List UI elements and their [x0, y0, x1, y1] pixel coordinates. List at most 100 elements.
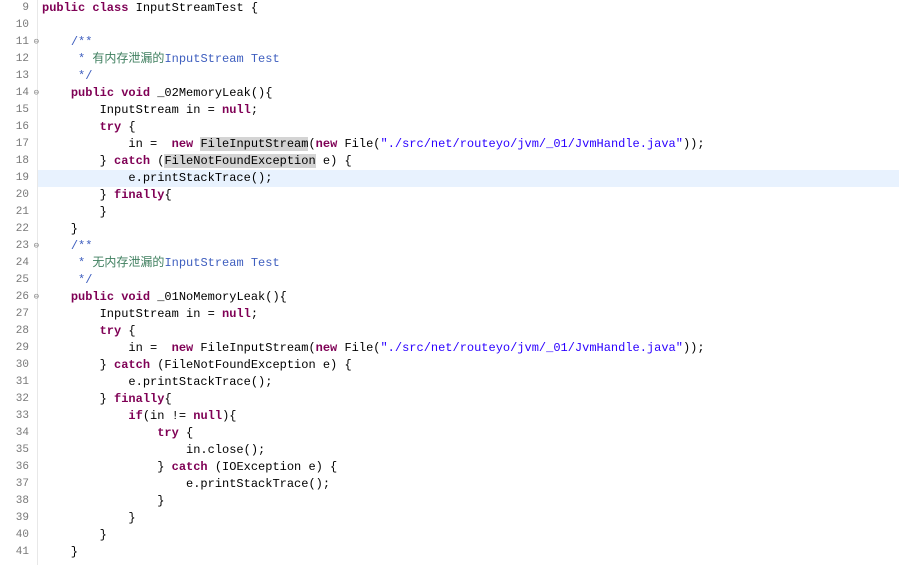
code-token-normal: } — [42, 460, 172, 474]
code-line[interactable]: try { — [38, 425, 899, 442]
code-line[interactable]: /** — [38, 238, 899, 255]
code-token-comment: InputStream Test — [164, 256, 279, 270]
code-line[interactable]: public void _01NoMemoryLeak(){ — [38, 289, 899, 306]
line-number[interactable]: 37 — [0, 476, 37, 493]
line-number[interactable]: 18 — [0, 153, 37, 170]
code-line[interactable]: /** — [38, 34, 899, 51]
line-number[interactable]: 32 — [0, 391, 37, 408]
line-number[interactable]: 12 — [0, 51, 37, 68]
code-line[interactable]: } — [38, 221, 899, 238]
line-number[interactable]: 25 — [0, 272, 37, 289]
line-number[interactable]: 35 — [0, 442, 37, 459]
code-token-normal: _01NoMemoryLeak(){ — [150, 290, 287, 304]
line-number[interactable]: 11⊖ — [0, 34, 37, 51]
code-line[interactable]: } — [38, 493, 899, 510]
code-line[interactable]: public class InputStreamTest { — [38, 0, 899, 17]
code-line[interactable]: public void _02MemoryLeak(){ — [38, 85, 899, 102]
code-token-normal: in = — [42, 137, 172, 151]
code-area[interactable]: public class InputStreamTest { /** * 有内存… — [38, 0, 899, 565]
code-line[interactable]: } finally{ — [38, 391, 899, 408]
code-line[interactable]: in.close(); — [38, 442, 899, 459]
code-token-normal: (IOException e) { — [208, 460, 338, 474]
code-token-comment: * — [71, 256, 93, 270]
line-number[interactable]: 39 — [0, 510, 37, 527]
code-line[interactable]: e.printStackTrace(); — [38, 374, 899, 391]
code-line[interactable]: * 有内存泄漏的InputStream Test — [38, 51, 899, 68]
fold-toggle-icon[interactable]: ⊖ — [30, 293, 39, 302]
line-number[interactable]: 15 — [0, 102, 37, 119]
code-token-kw: new — [172, 137, 194, 151]
code-line[interactable]: } — [38, 544, 899, 561]
code-line[interactable]: * 无内存泄漏的InputStream Test — [38, 255, 899, 272]
line-number[interactable]: 9 — [0, 0, 37, 17]
code-line[interactable]: e.printStackTrace(); — [38, 170, 899, 187]
code-token-normal: e.printStackTrace(); — [42, 375, 272, 389]
code-line[interactable]: */ — [38, 272, 899, 289]
fold-toggle-icon[interactable]: ⊖ — [30, 242, 39, 251]
code-token-kw: try — [157, 426, 179, 440]
code-token-occur: FileNotFoundException — [164, 154, 315, 168]
line-number[interactable]: 24 — [0, 255, 37, 272]
line-number[interactable]: 26⊖ — [0, 289, 37, 306]
code-token-kw: if — [128, 409, 142, 423]
line-number[interactable]: 36 — [0, 459, 37, 476]
code-token-normal: )); — [683, 341, 705, 355]
code-line[interactable]: if(in != null){ — [38, 408, 899, 425]
code-token-normal — [42, 52, 71, 66]
code-editor[interactable]: 91011⊖121314⊖151617181920212223⊖242526⊖2… — [0, 0, 899, 565]
code-line[interactable] — [38, 17, 899, 34]
code-line[interactable]: } catch (FileNotFoundException e) { — [38, 357, 899, 374]
line-number[interactable]: 23⊖ — [0, 238, 37, 255]
line-number[interactable]: 28 — [0, 323, 37, 340]
line-number[interactable]: 29 — [0, 340, 37, 357]
line-number[interactable]: 41 — [0, 544, 37, 561]
fold-toggle-icon[interactable]: ⊖ — [30, 38, 39, 47]
line-number[interactable]: 38 — [0, 493, 37, 510]
code-token-normal: FileInputStream( — [193, 341, 315, 355]
code-line[interactable]: } — [38, 510, 899, 527]
line-number[interactable]: 17 — [0, 136, 37, 153]
code-token-normal: (FileNotFoundException e) { — [150, 358, 352, 372]
line-number[interactable]: 31 — [0, 374, 37, 391]
code-token-normal — [42, 86, 71, 100]
code-token-normal: } — [42, 205, 107, 219]
code-token-kw: null — [193, 409, 222, 423]
line-number[interactable]: 22 — [0, 221, 37, 238]
line-number[interactable]: 14⊖ — [0, 85, 37, 102]
code-token-normal: } — [42, 392, 114, 406]
fold-toggle-icon[interactable]: ⊖ — [30, 89, 39, 98]
code-line[interactable]: e.printStackTrace(); — [38, 476, 899, 493]
code-line[interactable]: */ — [38, 68, 899, 85]
code-line[interactable]: InputStream in = null; — [38, 306, 899, 323]
line-number[interactable]: 20 — [0, 187, 37, 204]
code-token-normal: } — [42, 494, 164, 508]
code-line[interactable]: try { — [38, 323, 899, 340]
line-number[interactable]: 19 — [0, 170, 37, 187]
code-line[interactable]: } catch (FileNotFoundException e) { — [38, 153, 899, 170]
line-number[interactable]: 40 — [0, 527, 37, 544]
code-line[interactable]: } — [38, 527, 899, 544]
line-number[interactable]: 27 — [0, 306, 37, 323]
code-token-normal: } — [42, 511, 136, 525]
code-token-normal: e.printStackTrace(); — [42, 171, 272, 185]
line-number[interactable]: 33 — [0, 408, 37, 425]
code-token-normal: ( — [308, 137, 315, 151]
code-line[interactable]: } catch (IOException e) { — [38, 459, 899, 476]
line-number[interactable]: 30 — [0, 357, 37, 374]
line-number[interactable]: 16 — [0, 119, 37, 136]
line-number[interactable]: 13 — [0, 68, 37, 85]
line-number-gutter[interactable]: 91011⊖121314⊖151617181920212223⊖242526⊖2… — [0, 0, 38, 565]
code-line[interactable]: } — [38, 204, 899, 221]
code-token-normal — [42, 239, 71, 253]
line-number[interactable]: 21 — [0, 204, 37, 221]
code-line[interactable]: in = new FileInputStream(new File("./src… — [38, 340, 899, 357]
code-token-normal: { — [121, 120, 135, 134]
code-line[interactable]: InputStream in = null; — [38, 102, 899, 119]
code-line[interactable]: } finally{ — [38, 187, 899, 204]
line-number[interactable]: 34 — [0, 425, 37, 442]
line-number[interactable]: 10 — [0, 17, 37, 34]
code-token-normal: } — [42, 358, 114, 372]
code-token-normal: ( — [150, 154, 164, 168]
code-line[interactable]: try { — [38, 119, 899, 136]
code-line[interactable]: in = new FileInputStream(new File("./src… — [38, 136, 899, 153]
